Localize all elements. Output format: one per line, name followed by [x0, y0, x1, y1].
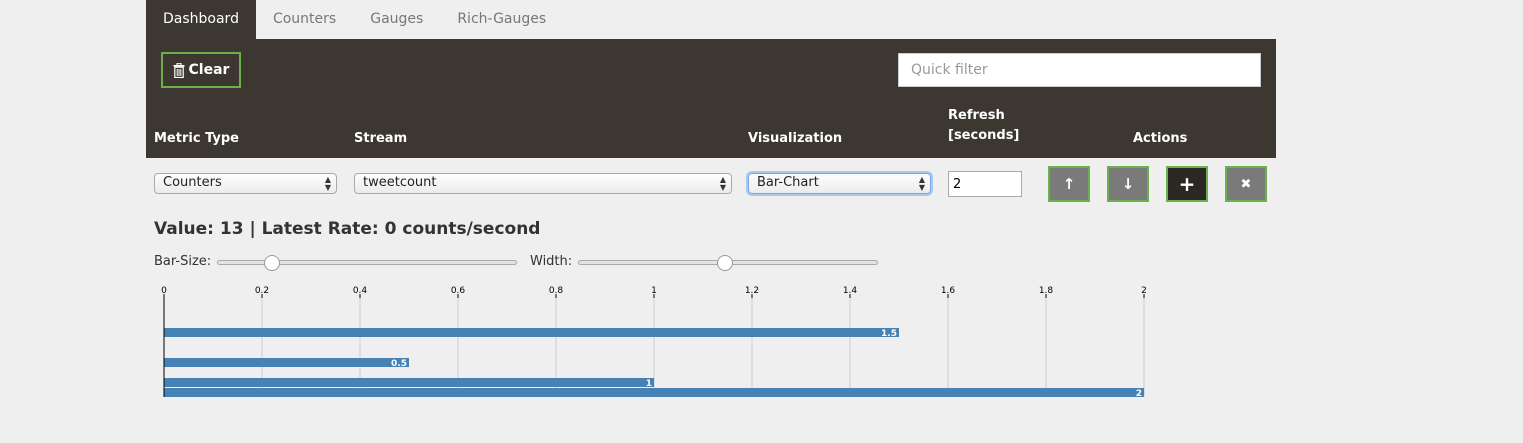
bar: [164, 328, 899, 337]
bar-size-label: Bar-Size:: [154, 254, 212, 269]
plus-icon: +: [1178, 172, 1196, 196]
bar: [164, 388, 1144, 397]
bar-size-slider[interactable]: [217, 255, 517, 271]
tick-label: 0.8: [549, 286, 564, 296]
refresh-seconds-input[interactable]: [948, 171, 1022, 197]
clear-button-label: Clear: [188, 62, 230, 78]
metric-type-select[interactable]: Counters ▲ ▼: [154, 173, 337, 194]
trash-icon: [173, 62, 185, 78]
tab-counters[interactable]: Counters: [256, 0, 353, 39]
width-label: Width:: [530, 254, 573, 269]
tab-bar: Dashboard Counters Gauges Rich-Gauges: [146, 0, 563, 39]
move-down-button[interactable]: ↓: [1107, 166, 1149, 202]
tick-label: 1.8: [1039, 286, 1054, 296]
width-slider-handle[interactable]: [717, 255, 734, 271]
header-stream: Stream: [354, 131, 408, 146]
quick-filter-input[interactable]: [898, 53, 1261, 87]
tab-gauges[interactable]: Gauges: [353, 0, 440, 39]
stream-value: tweetcount: [363, 175, 437, 190]
value-summary: Value: 13 | Latest Rate: 0 counts/second: [154, 219, 541, 239]
bar: [164, 358, 409, 367]
visualization-value: Bar-Chart: [757, 175, 819, 190]
header-refresh-line1: Refresh: [948, 108, 1005, 123]
header-refresh-line2: [seconds]: [948, 128, 1020, 143]
close-icon: ✖: [1240, 176, 1252, 192]
header-visualization: Visualization: [748, 131, 843, 146]
tick-label: 1.6: [941, 286, 956, 296]
select-arrows-icon: ▲ ▼: [719, 175, 726, 192]
tick-label: 1.2: [745, 286, 759, 296]
bar: [164, 378, 654, 387]
arrow-down-icon: ↓: [1121, 175, 1135, 193]
select-arrows-icon: ▲ ▼: [918, 175, 925, 192]
add-button[interactable]: +: [1166, 166, 1208, 202]
bar-chart: 0 0.2 0.4 0.6 0.8 1 1.2 1.4 1.6 1.8 2 1.5 0.5 1 2: [161, 286, 1147, 399]
visualization-select[interactable]: Bar-Chart ▲ ▼: [748, 173, 931, 194]
tick-label: 1: [651, 286, 657, 296]
bar-value-label: 1: [646, 379, 652, 389]
header-metric-type: Metric Type: [154, 131, 239, 146]
remove-button[interactable]: ✖: [1225, 166, 1267, 202]
width-slider[interactable]: [578, 255, 878, 271]
bar-value-label: 1.5: [881, 329, 897, 339]
tick-label: 0: [161, 286, 167, 296]
header-refresh: Refresh [seconds]: [948, 106, 1019, 146]
tick-label: 0.6: [451, 286, 466, 296]
tick-label: 0.4: [353, 286, 368, 296]
tick-label: 0.2: [255, 286, 269, 296]
tab-rich-gauges[interactable]: Rich-Gauges: [440, 0, 563, 39]
tick-label: 1.4: [843, 286, 858, 296]
move-up-button[interactable]: ↑: [1048, 166, 1090, 202]
select-arrows-icon: ▲ ▼: [324, 175, 331, 192]
toolbar: Clear: [146, 39, 1276, 100]
header-actions: Actions: [1133, 131, 1188, 146]
clear-button[interactable]: Clear: [161, 52, 241, 88]
table-header: Metric Type Stream Visualization Refresh…: [146, 100, 1276, 158]
bar-value-label: 0.5: [391, 359, 407, 369]
tab-dashboard[interactable]: Dashboard: [146, 0, 256, 39]
bar-size-slider-handle[interactable]: [263, 255, 280, 271]
metric-type-value: Counters: [163, 175, 222, 190]
bar-value-label: 2: [1136, 389, 1142, 399]
tick-label: 2: [1141, 286, 1147, 296]
stream-select[interactable]: tweetcount ▲ ▼: [354, 173, 732, 194]
arrow-up-icon: ↑: [1062, 175, 1076, 193]
